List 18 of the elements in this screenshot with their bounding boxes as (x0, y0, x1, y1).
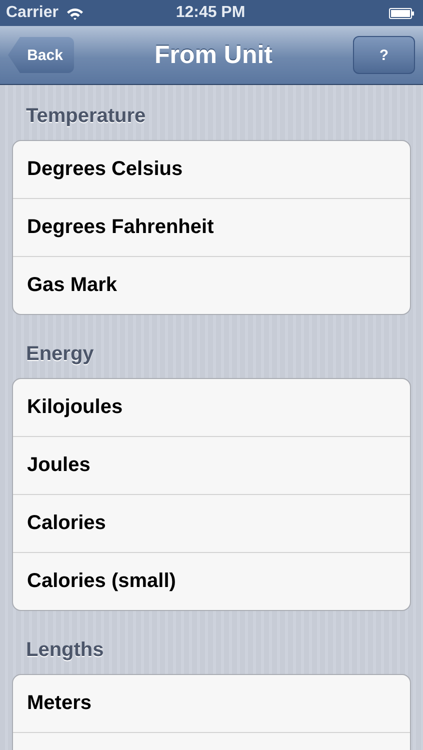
section-header: Temperature (25, 104, 147, 129)
battery-icon (389, 8, 415, 18)
nav-title: From Unit (154, 40, 273, 70)
list-item[interactable]: Calories (13, 495, 410, 553)
list-item[interactable]: Gas Mark (13, 257, 410, 314)
section-header: Energy (25, 342, 95, 367)
clock-time: 12:45 PM (176, 4, 246, 22)
section-header: Lengths (25, 638, 105, 663)
list-item[interactable]: Kilojoules (13, 379, 410, 437)
list-item[interactable]: Degrees Fahrenheit (13, 199, 410, 257)
help-button[interactable]: ? (352, 36, 415, 74)
list-item[interactable]: Meters (13, 675, 410, 733)
wifi-icon (66, 6, 84, 20)
list-item[interactable]: Calories (small) (13, 553, 410, 610)
list-item[interactable]: Degrees Celsius (13, 141, 410, 199)
list-item[interactable]: Joules (13, 437, 410, 495)
back-button[interactable]: Back (8, 37, 74, 73)
carrier-label: Carrier (6, 4, 58, 22)
